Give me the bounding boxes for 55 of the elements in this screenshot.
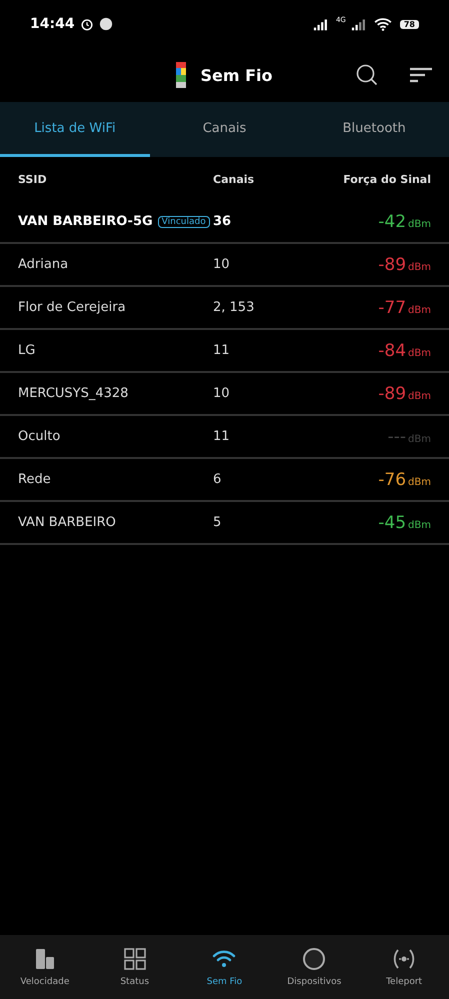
- search-icon[interactable]: [355, 63, 379, 87]
- signal-unit: dBm: [408, 218, 431, 230]
- tab[interactable]: Lista de WiFi: [0, 102, 150, 157]
- alarm-icon: [80, 17, 94, 31]
- column-header: Canais: [213, 172, 256, 186]
- network-name: VAN BARBEIRO-5G: [18, 214, 153, 229]
- nav-item[interactable]: Velocidade: [0, 935, 90, 999]
- signal-value: -89: [378, 384, 406, 404]
- network-name: MERCUSYS_4328: [18, 386, 128, 401]
- signal-value: -77: [378, 298, 406, 318]
- signal-value: -45: [378, 512, 406, 532]
- tab[interactable]: Canais: [150, 102, 300, 157]
- signal-value: ---: [388, 426, 406, 446]
- network-name: Rede: [18, 472, 51, 487]
- signal-unit: dBm: [408, 304, 431, 316]
- notification-icon: [98, 17, 113, 31]
- nav-item[interactable]: Teleport: [359, 935, 449, 999]
- network-name: Oculto: [18, 429, 60, 444]
- signal-unit: dBm: [408, 390, 431, 402]
- grid-icon: [122, 947, 147, 971]
- channel-number: 5: [213, 515, 222, 530]
- channel-number: 10: [213, 257, 231, 272]
- network-name: LG: [18, 343, 36, 358]
- clock-time: 14:44: [30, 16, 75, 32]
- signal-unit: dBm: [408, 348, 431, 358]
- signal-unit: dBm: [408, 434, 431, 444]
- nav-item[interactable]: Dispositivos: [269, 935, 360, 999]
- circle-icon: [302, 947, 326, 971]
- signal-value: -89: [378, 254, 406, 274]
- column-header: SSID: [18, 172, 48, 186]
- network-name: VAN BARBEIRO: [18, 515, 116, 530]
- connected-badge: Vinculado: [158, 216, 210, 228]
- app-logo-icon: [176, 62, 186, 88]
- signal-value: -76: [378, 470, 406, 490]
- column-header: Força do Sinal: [342, 172, 431, 186]
- channel-number: 10: [213, 386, 231, 401]
- teleport-icon: [392, 947, 416, 971]
- channel-number: 2, 153: [213, 300, 256, 315]
- battery-level: 78: [400, 20, 419, 28]
- signal-unit: dBm: [408, 520, 431, 530]
- signal-unit: dBm: [408, 262, 431, 272]
- screen-title: Sem Fio: [200, 66, 273, 84]
- channel-number: 6: [213, 472, 222, 487]
- network-name: Flor de Cerejeira: [18, 300, 126, 315]
- nav-item[interactable]: Status: [90, 935, 180, 999]
- channel-number: 36: [213, 214, 232, 229]
- nav-item[interactable]: Sem Fio: [180, 935, 270, 999]
- signal-unit: dBm: [408, 476, 431, 488]
- signal-value: -42: [378, 212, 406, 232]
- tab[interactable]: Bluetooth: [299, 102, 449, 157]
- wifi-icon: [374, 17, 392, 31]
- channel-number: 11: [213, 429, 231, 444]
- network-name: Adriana: [18, 257, 68, 272]
- signal-value: -84: [378, 340, 406, 360]
- channel-number: 11: [213, 343, 231, 358]
